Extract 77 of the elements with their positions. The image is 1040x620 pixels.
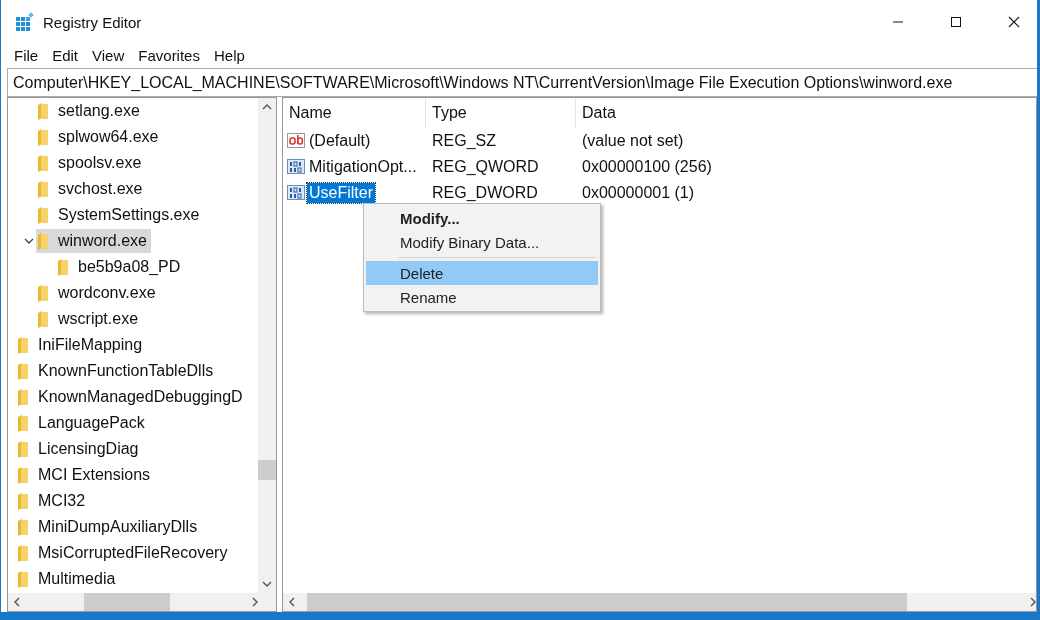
folder-icon bbox=[38, 310, 48, 328]
folder-icon bbox=[38, 128, 48, 146]
folder-icon bbox=[38, 102, 48, 120]
tree-item[interactable]: wordconv.exe bbox=[36, 281, 160, 305]
folder-icon bbox=[38, 284, 48, 302]
scroll-right-icon[interactable] bbox=[1030, 597, 1036, 607]
tree-item[interactable]: MsiCorruptedFileRecovery bbox=[16, 541, 232, 565]
tree-item[interactable]: be5b9a08_PD bbox=[56, 255, 185, 279]
scroll-up-icon[interactable] bbox=[262, 104, 272, 110]
value-data: 0x00000100 (256) bbox=[581, 158, 713, 176]
scroll-down-icon[interactable] bbox=[262, 581, 272, 587]
tree-item[interactable]: KnownFunctionTableDlls bbox=[16, 359, 218, 383]
folder-icon bbox=[18, 414, 28, 432]
value-name[interactable]: UseFilter bbox=[307, 183, 375, 203]
folder-icon bbox=[38, 232, 48, 250]
menu-item[interactable]: Help bbox=[206, 46, 252, 64]
window-title: Registry Editor bbox=[43, 13, 142, 31]
scroll-right-icon[interactable] bbox=[252, 597, 258, 607]
value-data: (value not set) bbox=[581, 132, 685, 150]
folder-icon bbox=[18, 362, 28, 380]
column-header[interactable]: Type bbox=[426, 98, 576, 128]
context-menu-item[interactable]: Delete bbox=[366, 254, 598, 285]
value-type: REG_DWORD bbox=[431, 184, 539, 202]
binary-value-icon bbox=[287, 184, 305, 202]
address-field[interactable]: Computer\HKEY_LOCAL_MACHINE\SOFTWARE\Microsoft\Windows NT\CurrentVersion\Image File Execution Options\winword.exe bbox=[7, 68, 1037, 97]
value-name[interactable]: (Default) bbox=[307, 131, 373, 151]
menu-item[interactable]: File bbox=[7, 46, 46, 64]
string-value-icon bbox=[287, 132, 305, 150]
folder-icon bbox=[58, 258, 68, 276]
tree-item[interactable]: winword.exe bbox=[36, 229, 151, 253]
value-type: REG_SZ bbox=[431, 132, 497, 150]
context-menu-item[interactable]: Modify... bbox=[366, 206, 598, 230]
column-header[interactable]: Name bbox=[283, 98, 426, 128]
tree-item[interactable]: LicensingDiag bbox=[16, 437, 143, 461]
context-menu-item[interactable]: Rename bbox=[366, 285, 598, 309]
scrollbar-thumb[interactable] bbox=[84, 593, 170, 611]
tree-item[interactable]: svchost.exe bbox=[36, 177, 147, 201]
value-type: REG_QWORD bbox=[431, 158, 540, 176]
binary-value-icon bbox=[287, 158, 305, 176]
folder-icon bbox=[18, 544, 28, 562]
folder-icon bbox=[38, 180, 48, 198]
tree-item[interactable]: MCI32 bbox=[16, 489, 90, 513]
tree-item[interactable]: splwow64.exe bbox=[36, 125, 163, 149]
folder-icon bbox=[18, 336, 28, 354]
context-menu-item[interactable]: Modify Binary Data... bbox=[366, 230, 598, 254]
folder-icon bbox=[18, 440, 28, 458]
tree-item[interactable]: MiniDumpAuxiliaryDlls bbox=[16, 515, 202, 539]
tree-item[interactable]: wscript.exe bbox=[36, 307, 143, 331]
value-name[interactable]: MitigationOpt... bbox=[307, 157, 419, 177]
value-data: 0x00000001 (1) bbox=[581, 184, 696, 202]
scrollbar-thumb[interactable] bbox=[307, 593, 907, 611]
tree-item[interactable]: spoolsv.exe bbox=[36, 151, 146, 175]
folder-icon bbox=[18, 492, 28, 510]
folder-icon bbox=[18, 388, 28, 406]
scroll-left-icon[interactable] bbox=[289, 597, 295, 607]
folder-icon bbox=[38, 206, 48, 224]
menu-item[interactable]: Edit bbox=[45, 46, 86, 64]
column-header[interactable]: Data bbox=[576, 98, 1036, 128]
tree-item[interactable]: IniFileMapping bbox=[16, 333, 147, 357]
tree-item[interactable]: KnownManagedDebuggingD bbox=[16, 385, 247, 409]
tree-item[interactable]: MCI Extensions bbox=[16, 463, 155, 487]
close-icon[interactable] bbox=[1008, 16, 1020, 28]
scroll-left-icon[interactable] bbox=[14, 597, 20, 607]
folder-icon bbox=[18, 518, 28, 536]
tree-item[interactable]: SystemSettings.exe bbox=[36, 203, 204, 227]
registry-cubes-icon bbox=[15, 12, 35, 32]
tree-item[interactable]: LanguagePack bbox=[16, 411, 149, 435]
folder-icon bbox=[18, 570, 28, 588]
folder-icon bbox=[38, 154, 48, 172]
menu-item[interactable]: View bbox=[85, 46, 132, 64]
folder-icon bbox=[18, 466, 28, 484]
tree-item[interactable]: setlang.exe bbox=[36, 99, 144, 123]
scrollbar-thumb[interactable] bbox=[258, 460, 276, 480]
tree-item[interactable]: Multimedia bbox=[16, 567, 120, 591]
menu-item[interactable]: Favorites bbox=[131, 46, 207, 64]
maximize-icon[interactable] bbox=[950, 16, 962, 28]
chevron-down-icon[interactable] bbox=[24, 237, 34, 245]
